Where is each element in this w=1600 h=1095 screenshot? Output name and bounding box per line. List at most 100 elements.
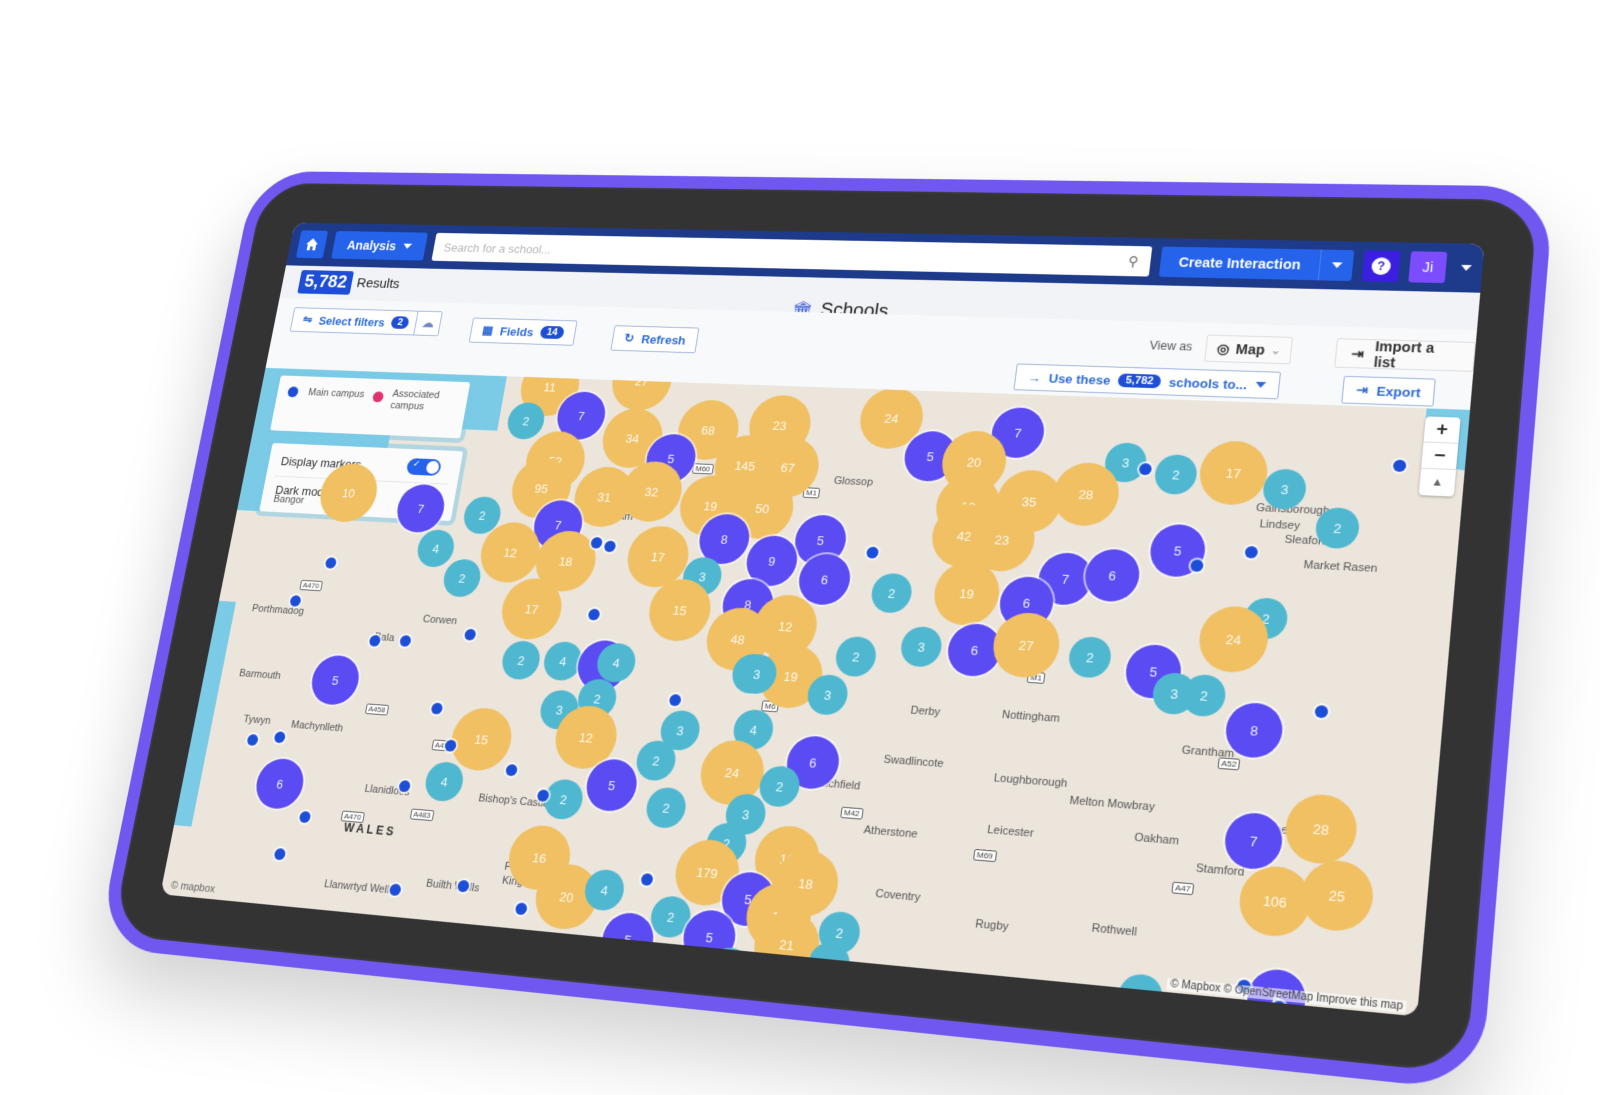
- cloud-icon[interactable]: ☁: [413, 311, 443, 336]
- place-label: Atherstone: [862, 824, 919, 841]
- cluster-marker[interactable]: 2: [643, 786, 689, 830]
- school-marker[interactable]: [1138, 463, 1153, 476]
- cluster-marker[interactable]: 2: [499, 639, 543, 681]
- school-marker[interactable]: [298, 810, 312, 824]
- cluster-marker[interactable]: 2: [833, 635, 879, 678]
- school-marker[interactable]: [1314, 704, 1329, 719]
- cluster-marker[interactable]: 6: [1082, 548, 1143, 603]
- export-button[interactable]: ⇥ Export: [1341, 375, 1436, 407]
- school-marker[interactable]: [865, 546, 880, 559]
- refresh-button[interactable]: ↻ Refresh: [610, 325, 700, 354]
- cluster-marker[interactable]: 2: [440, 558, 484, 598]
- place-label: Rugby: [974, 917, 1010, 934]
- school-marker[interactable]: [388, 883, 402, 897]
- cluster-marker[interactable]: 4: [1203, 1011, 1253, 1017]
- cluster-marker[interactable]: 27: [989, 611, 1063, 680]
- analysis-menu-button[interactable]: Analysis: [331, 230, 428, 261]
- results-count: 5,782: [297, 269, 355, 295]
- cluster-marker[interactable]: 4: [998, 993, 1046, 1017]
- school-marker[interactable]: [1244, 545, 1259, 559]
- cluster-marker[interactable]: 15: [446, 706, 517, 773]
- school-search[interactable]: ⚲: [431, 232, 1153, 277]
- cluster-marker[interactable]: 4: [1116, 972, 1165, 1017]
- place-label: WALES: [342, 820, 398, 839]
- cluster-marker[interactable]: 2: [1152, 453, 1199, 496]
- create-interaction-dropdown[interactable]: [1317, 249, 1355, 282]
- import-list-button[interactable]: ⇥ Import a list: [1334, 338, 1476, 372]
- school-marker[interactable]: [514, 902, 528, 916]
- school-marker[interactable]: [603, 540, 617, 553]
- cluster-marker[interactable]: 2: [869, 572, 915, 614]
- road-label: A47: [1171, 881, 1195, 896]
- fields-button[interactable]: ▦ Fields 14: [468, 317, 578, 346]
- school-marker[interactable]: [868, 999, 883, 1014]
- cluster-marker[interactable]: 2: [705, 945, 752, 992]
- school-marker[interactable]: [430, 702, 444, 715]
- fields-count-badge: 14: [539, 325, 565, 340]
- arrow-right-icon: →: [1027, 370, 1042, 385]
- zoom-in-button[interactable]: +: [1423, 416, 1461, 444]
- cluster-marker[interactable]: 6: [252, 757, 308, 811]
- import-label: Import a list: [1372, 338, 1436, 371]
- user-menu-caret-icon[interactable]: [1460, 264, 1472, 271]
- refresh-icon: ↻: [623, 330, 636, 345]
- select-filters-button[interactable]: ⇋ Select filters 2 ☁: [289, 307, 444, 337]
- mapbox-logo[interactable]: © mapbox: [170, 880, 216, 896]
- place-label: Lindsey: [1258, 518, 1301, 533]
- home-button[interactable]: [295, 230, 329, 259]
- school-marker[interactable]: [324, 557, 338, 569]
- search-input[interactable]: [442, 240, 1129, 269]
- school-marker[interactable]: [1392, 459, 1407, 473]
- place-label: Swadlincote: [882, 753, 945, 771]
- cluster-marker[interactable]: 25: [1297, 858, 1376, 934]
- help-button[interactable]: ?: [1361, 250, 1401, 283]
- user-avatar[interactable]: Ji: [1408, 251, 1448, 284]
- tablet-frame: Analysis ⚲ Create Interaction ? Ji 5,782…: [96, 170, 1555, 1092]
- school-marker[interactable]: [668, 693, 682, 707]
- cluster-marker[interactable]: 7: [1222, 811, 1285, 872]
- school-marker[interactable]: [463, 628, 477, 641]
- cluster-marker[interactable]: 5: [307, 654, 363, 707]
- fields-grid-icon: ▦: [481, 323, 495, 337]
- cluster-marker[interactable]: 17: [1196, 439, 1271, 507]
- cluster-marker[interactable]: 5: [622, 942, 682, 1001]
- cluster-marker[interactable]: 2: [504, 401, 548, 440]
- place-label: Nottingham: [1001, 708, 1061, 726]
- use-these-prefix: Use these: [1047, 370, 1112, 388]
- school-marker[interactable]: [399, 634, 412, 647]
- school-marker[interactable]: [587, 608, 601, 621]
- cluster-marker[interactable]: 5: [598, 910, 658, 969]
- school-marker[interactable]: [504, 763, 519, 777]
- use-these-schools-button[interactable]: → Use these 5,782 schools to...: [1013, 363, 1281, 400]
- school-marker[interactable]: [246, 733, 259, 747]
- cluster-marker[interactable]: 4: [422, 760, 466, 803]
- place-label: Barmouth: [238, 667, 282, 682]
- filters-count-badge: 2: [390, 316, 411, 330]
- display-markers-toggle[interactable]: ✓: [405, 458, 443, 476]
- map-view[interactable]: Main campus Associated campus Display ma…: [160, 367, 1471, 1017]
- view-mode-value: Map: [1234, 341, 1266, 358]
- cluster-marker[interactable]: 3: [898, 625, 944, 668]
- compass-button[interactable]: ▲: [1419, 469, 1456, 497]
- school-marker[interactable]: [640, 872, 654, 887]
- place-label: Leicester: [986, 823, 1035, 840]
- search-icon[interactable]: ⚲: [1127, 253, 1139, 269]
- fields-label: Fields: [498, 324, 535, 339]
- cluster-marker[interactable]: 28: [1282, 792, 1360, 867]
- cluster-marker[interactable]: 4: [414, 528, 457, 568]
- view-mode-select[interactable]: ◎ Map ⌄: [1204, 334, 1294, 365]
- school-marker[interactable]: [368, 634, 382, 647]
- school-marker[interactable]: [1271, 1000, 1287, 1015]
- school-marker[interactable]: [273, 847, 287, 861]
- school-marker[interactable]: [273, 731, 287, 744]
- cluster-marker[interactable]: 2: [541, 778, 586, 821]
- place-label: Northampton: [1050, 989, 1121, 1010]
- cluster-marker[interactable]: 2: [1066, 635, 1114, 679]
- place-label: Corwen: [421, 613, 458, 628]
- sea-area: [160, 599, 236, 827]
- school-marker[interactable]: [590, 536, 604, 549]
- zoom-out-button[interactable]: −: [1421, 442, 1459, 471]
- school-marker[interactable]: [1189, 559, 1204, 573]
- place-label: Tywyn: [242, 713, 272, 727]
- create-interaction-button[interactable]: Create Interaction: [1158, 246, 1355, 282]
